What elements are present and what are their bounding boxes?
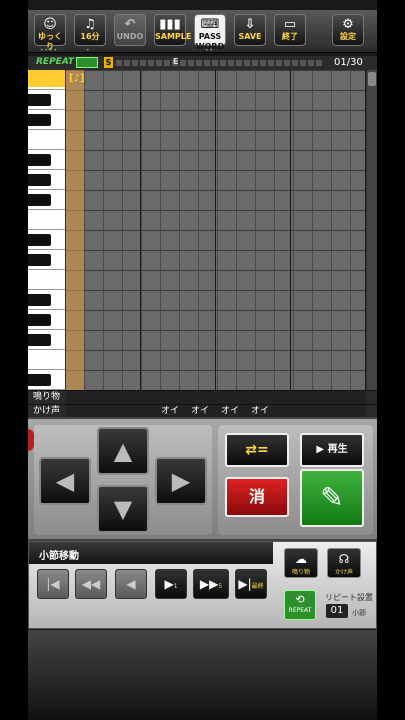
measure-counter: 01/30 — [334, 57, 363, 68]
slow-button[interactable]: ☺ ゆっくり — [34, 14, 66, 51]
back-5-button[interactable]: ◀◀ — [75, 569, 107, 599]
measure-move-header: 小節移動 — [29, 542, 273, 564]
erase-button[interactable]: 消 — [225, 477, 289, 517]
page-dots: •• — [205, 47, 215, 54]
measure-position-bar[interactable]: REPEAT S E 01/30 — [28, 56, 377, 70]
piano-keys-icon: ▮▮▮ — [159, 17, 181, 32]
forward-5-button[interactable]: ▶▶5 — [193, 569, 229, 599]
dpad-right-button[interactable]: ▶ — [155, 457, 207, 505]
slow-icon: ☺ — [43, 17, 57, 32]
skip-start-icon: |◀ — [46, 577, 60, 591]
bottom-bezel — [28, 630, 377, 720]
skip-end-icon: ▶| — [238, 577, 252, 591]
repeat-setting-label: リピート設置 — [325, 593, 373, 602]
back-1-button[interactable]: ◀ — [115, 569, 147, 599]
page-dots: •••• — [40, 47, 59, 54]
black-key[interactable] — [28, 374, 51, 386]
white-key[interactable] — [28, 130, 65, 150]
scrollbar-thumb[interactable] — [368, 72, 376, 86]
download-icon: ⇩ — [244, 17, 256, 32]
measure-move-panel: 小節移動 |◀ ◀◀ ◀ ▶1 ▶▶5 ▶|最終 ☁ 鳴り物 ☊ かけ声 ⟲ REPE… — [28, 541, 377, 629]
page-dots: • — [86, 47, 91, 54]
last-measure-button[interactable]: ▶|最終 — [235, 569, 267, 599]
forward-1-button[interactable]: ▶1 — [155, 569, 187, 599]
repeat-setting-unit: 小節 — [352, 609, 366, 617]
note-icon: ♫ — [84, 17, 96, 32]
play-button[interactable]: ▶ 再生 — [300, 433, 364, 467]
white-key[interactable] — [28, 210, 65, 230]
black-key[interactable] — [28, 334, 51, 346]
narimono-button[interactable]: ☁ 鳴り物 — [284, 548, 318, 578]
exit-button[interactable]: ▭ 終了 — [274, 14, 306, 46]
pencil-icon: ✎ — [320, 481, 344, 514]
back-icon: ◀ — [126, 577, 136, 591]
black-key[interactable] — [28, 294, 51, 306]
first-measure-button[interactable]: |◀ — [37, 569, 69, 599]
app-window: ☺ ゆっくり ♫ 16分 ↶ UNDO ▮▮▮ SAMPLE ⌨ PASS WO… — [28, 0, 377, 720]
dpad-left-button[interactable]: ◀ — [39, 457, 91, 505]
measure-segments[interactable] — [116, 60, 322, 66]
kakegoe-button[interactable]: ☊ かけ声 — [327, 548, 361, 578]
dpad-down-button[interactable]: ▼ — [97, 485, 149, 533]
end-marker: E — [173, 57, 179, 66]
black-key[interactable] — [28, 174, 51, 186]
black-key[interactable] — [28, 314, 51, 326]
rewind-icon: ◀◀ — [81, 577, 101, 591]
kakegoe-row: かけ声 オイ オイ オイ オイ — [28, 404, 377, 418]
repeat-setting-value[interactable]: 01 — [326, 604, 348, 618]
fast-forward-icon: ▶▶ — [199, 577, 219, 591]
sixteenth-note-button[interactable]: ♫ 16分 — [74, 14, 106, 46]
gear-icon: ⚙ — [342, 17, 354, 32]
replace-icon: ⇄= — [245, 442, 269, 458]
keyboard-icon: ⌨ — [200, 17, 220, 32]
white-key[interactable] — [28, 350, 65, 370]
vertical-scrollbar[interactable] — [367, 70, 377, 390]
repeat-icon: ⟲ — [295, 593, 305, 606]
top-toolbar: ☺ ゆっくり ♫ 16分 ↶ UNDO ▮▮▮ SAMPLE ⌨ PASS WO… — [28, 10, 377, 54]
drum-icon: ☁ — [295, 552, 307, 566]
exit-icon: ▭ — [283, 17, 297, 32]
repeat-range-icon — [76, 57, 98, 68]
play-icon: ▶ — [316, 444, 328, 455]
right-arrow-icon: ▶ — [171, 467, 191, 495]
repeat-button[interactable]: ⟲ REPEAT — [284, 590, 316, 620]
cursor-marker: [♪] — [69, 73, 85, 84]
note-grid-area: [♪] — [28, 70, 377, 390]
narimono-label: 鳴り物 — [33, 392, 61, 402]
dpad: ▲ ◀ ▶ ▼ — [34, 425, 212, 535]
narimono-cells[interactable] — [66, 391, 366, 404]
black-key[interactable] — [28, 254, 51, 266]
up-arrow-icon: ▲ — [113, 437, 133, 465]
left-arrow-icon: ◀ — [55, 467, 75, 495]
black-key[interactable] — [28, 234, 51, 246]
eraser-icon: 消 — [248, 487, 265, 506]
white-key[interactable] — [28, 270, 65, 290]
repeat-label: REPEAT — [36, 57, 75, 67]
cursor-column — [66, 70, 84, 390]
black-key[interactable] — [28, 94, 51, 106]
password-button[interactable]: ⌨ PASS WORD — [194, 14, 226, 51]
forward-icon: ▶ — [164, 577, 174, 591]
edit-controls: ⇄= ▶ 再生 消 ✎ — [218, 425, 373, 535]
settings-button[interactable]: ⚙ 設定 — [332, 14, 364, 46]
control-panel: ▲ ◀ ▶ ▼ ⇄= ▶ 再生 消 ✎ — [28, 417, 377, 541]
voice-icon: ☊ — [338, 552, 350, 566]
white-key[interactable] — [28, 70, 65, 90]
black-key[interactable] — [28, 114, 51, 126]
start-marker: S — [104, 57, 113, 68]
replace-button[interactable]: ⇄= — [225, 433, 289, 467]
measure-move-title: 小節移動 — [39, 551, 79, 562]
black-key[interactable] — [28, 194, 51, 206]
down-arrow-icon: ▼ — [113, 495, 133, 523]
narimono-row: 鳴り物 — [28, 390, 377, 404]
undo-icon: ↶ — [124, 17, 136, 32]
black-key[interactable] — [28, 154, 51, 166]
note-grid[interactable] — [66, 70, 366, 390]
sample-button[interactable]: ▮▮▮ SAMPLE — [154, 14, 191, 46]
write-button[interactable]: ✎ — [300, 469, 364, 527]
piano-keyboard[interactable] — [28, 70, 65, 390]
save-button[interactable]: ⇩ SAVE — [234, 14, 266, 46]
dpad-up-button[interactable]: ▲ — [97, 427, 149, 475]
undo-button[interactable]: ↶ UNDO — [114, 14, 146, 46]
